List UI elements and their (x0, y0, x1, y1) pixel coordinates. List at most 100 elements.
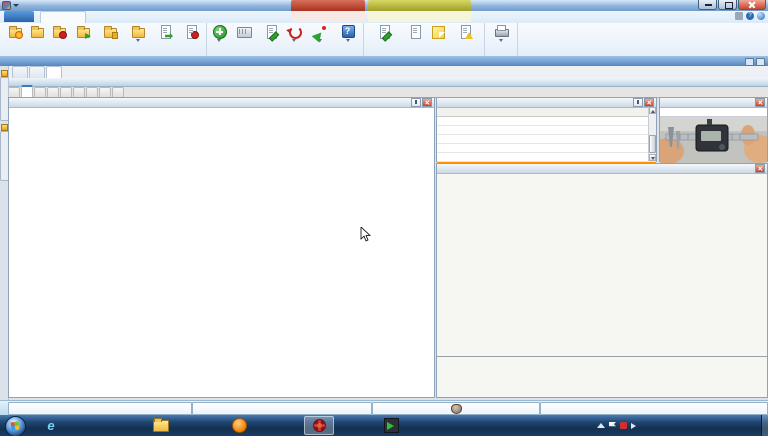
ribbon-group-report (485, 23, 518, 56)
table-row[interactable] (437, 153, 656, 163)
scrollbar-thumb[interactable] (649, 135, 656, 153)
table-header-row (437, 108, 656, 117)
start-button[interactable] (5, 416, 26, 436)
assignable-cause-button[interactable] (448, 24, 482, 51)
ribbon-tab-modules[interactable] (291, 11, 365, 22)
status-bar (0, 400, 768, 416)
reports-icon (493, 25, 509, 38)
sidebar-tab-run-view[interactable] (0, 77, 8, 121)
modify-button[interactable] (259, 24, 283, 51)
close-icon[interactable] (422, 98, 432, 107)
ribbon-tab-tools[interactable] (136, 11, 176, 22)
missing-data-button[interactable] (335, 24, 361, 51)
minimize-button[interactable] (698, 0, 717, 10)
tab-2d-view[interactable] (12, 66, 28, 78)
taskbar-measurlink-active[interactable] (304, 416, 334, 435)
mark-data-bad-button[interactable] (305, 24, 335, 51)
image-path (660, 108, 767, 117)
ribbon-tab-file[interactable] (4, 11, 34, 22)
tab-thread-condition[interactable] (47, 87, 59, 97)
taskbar-media-player[interactable] (224, 416, 254, 435)
close-icon[interactable] (755, 164, 765, 173)
table-row[interactable] (437, 135, 656, 145)
status-next-feature (192, 402, 372, 415)
note-button[interactable] (428, 24, 448, 51)
folder-icon (153, 417, 169, 432)
action-center-flag-icon[interactable] (609, 422, 616, 429)
obs-panel-header (437, 98, 656, 108)
retake-icon (286, 25, 302, 39)
dropdown-icon (217, 39, 221, 42)
help-icon[interactable] (746, 12, 754, 20)
image-panel-header (660, 98, 767, 108)
tab-inside-diameter[interactable] (8, 87, 20, 97)
show-hidden-icons[interactable] (597, 423, 605, 428)
ribbon-tab-classic-view[interactable] (368, 11, 471, 22)
scroll-down-icon[interactable] (649, 154, 656, 161)
switch-active-button[interactable] (152, 24, 178, 51)
dropdown-icon (346, 39, 350, 42)
taskbar-app[interactable] (376, 416, 406, 435)
table-scrollbar[interactable] (648, 107, 656, 161)
network-status-icon (757, 12, 765, 20)
histogram-panel (436, 163, 768, 398)
tab-length[interactable] (34, 87, 46, 97)
show-desktop-button[interactable] (761, 415, 768, 436)
ribbon-tab-view[interactable] (90, 11, 130, 22)
close-button-run[interactable] (48, 24, 70, 51)
serial-number-button[interactable] (402, 24, 428, 51)
open-runs-icon (1, 124, 8, 131)
tab-data-sheet[interactable] (29, 66, 45, 78)
open-button[interactable] (26, 24, 48, 51)
poll-button[interactable] (209, 24, 229, 51)
document-restore-icon[interactable] (745, 58, 754, 66)
options-icon[interactable] (735, 12, 743, 20)
tab-chips-in-thru-hole[interactable] (73, 87, 85, 97)
dropdown-icon (292, 39, 296, 42)
volume-icon[interactable] (631, 422, 639, 429)
close-button[interactable] (738, 0, 766, 10)
suspend-button[interactable] (96, 24, 124, 51)
taskbar-windows-explorer[interactable] (146, 416, 176, 435)
internet-explorer-icon: e (47, 418, 55, 433)
tab-classic-view[interactable] (46, 66, 62, 78)
delete-active-button[interactable] (178, 24, 204, 51)
histogram-panel-header (437, 164, 767, 174)
close-icon[interactable] (644, 98, 654, 107)
contextual-header-console (291, 0, 365, 11)
reports-button[interactable] (487, 24, 515, 51)
tab-thread-slivers[interactable] (86, 87, 98, 97)
status-input-device (372, 402, 540, 415)
status-daq (540, 402, 768, 415)
tab-hit-marks[interactable] (99, 87, 111, 97)
ribbon-group-data (207, 23, 364, 56)
new-button[interactable] (4, 24, 26, 51)
maximize-button[interactable] (718, 0, 737, 10)
document-close-icon[interactable] (756, 58, 765, 66)
media-player-icon (231, 418, 247, 433)
measurlink-icon (312, 419, 326, 432)
retake-button[interactable] (283, 24, 305, 51)
taskbar-internet-explorer[interactable]: e (36, 416, 66, 435)
xmr-panel-header (9, 98, 434, 108)
organize-button[interactable] (124, 24, 152, 51)
tray-status-icon[interactable] (620, 422, 627, 429)
mouse-cursor (360, 227, 371, 242)
tab-outside-diameter[interactable] (21, 85, 33, 97)
keyboard-button[interactable] (229, 24, 259, 51)
scroll-up-icon[interactable] (649, 107, 656, 114)
table-row[interactable] (437, 117, 656, 127)
pin-icon[interactable] (633, 98, 643, 107)
screen: e (0, 0, 768, 436)
traceability-button[interactable] (366, 24, 402, 51)
resume-button[interactable] (70, 24, 96, 51)
pin-icon[interactable] (411, 98, 421, 107)
tab-plating-condition[interactable] (60, 87, 72, 97)
tab-group-coupling[interactable] (112, 87, 124, 97)
close-icon[interactable] (755, 98, 765, 107)
status-ready (8, 402, 192, 415)
serial-number-icon (407, 25, 423, 39)
sidebar-tab-open-runs[interactable] (0, 131, 8, 181)
table-row[interactable] (437, 126, 656, 136)
table-row[interactable] (437, 144, 656, 154)
